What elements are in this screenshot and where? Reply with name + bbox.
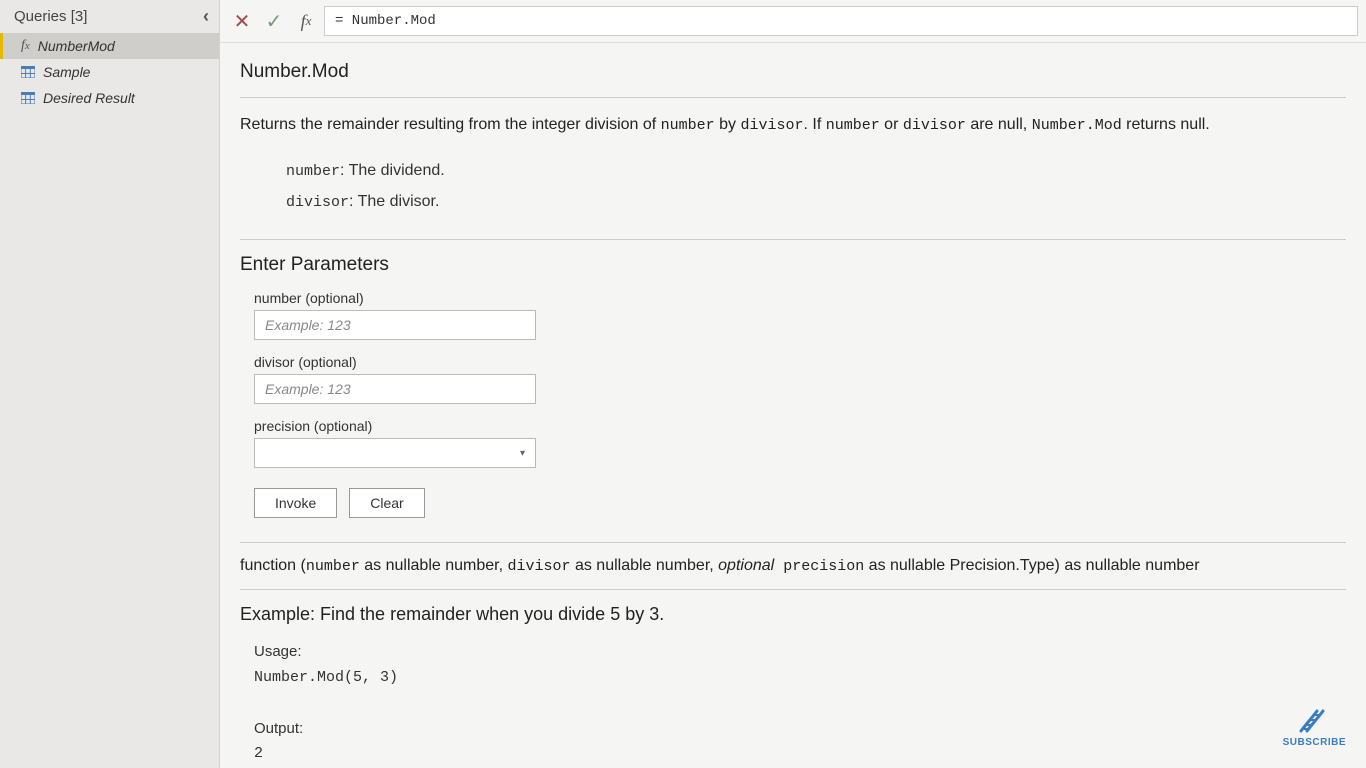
output-value: 2 (254, 741, 1346, 767)
chevron-down-icon: ▾ (520, 448, 525, 459)
divider (240, 589, 1346, 590)
query-label: NumberMod (38, 38, 115, 54)
example-section: Example: Find the remainder when you div… (240, 604, 1346, 767)
dna-icon (1297, 707, 1331, 735)
param-label: precision (optional) (254, 418, 1346, 434)
button-row: Invoke Clear (254, 488, 1346, 518)
confirm-icon[interactable]: ✓ (260, 7, 288, 35)
formula-input[interactable] (324, 6, 1358, 36)
param-label: number (optional) (254, 290, 1346, 306)
desc-code: number (661, 117, 715, 134)
param-desc-row: divisor: The divisor. (286, 187, 1346, 218)
function-description: Returns the remainder resulting from the… (240, 112, 1346, 138)
query-item-desired-result[interactable]: Desired Result (0, 85, 219, 111)
sig-code: divisor (507, 558, 570, 575)
function-signature: function (number as nullable number, div… (240, 557, 1346, 575)
query-item-numbermod[interactable]: fx NumberMod (0, 33, 219, 59)
precision-select[interactable]: ▾ (254, 438, 536, 468)
param-name: number (286, 163, 340, 180)
enter-parameters-title: Enter Parameters (240, 254, 1346, 276)
param-name: divisor (286, 194, 349, 211)
sig-code: precision (774, 558, 864, 575)
queries-sidebar: Queries [3] ‹ fx NumberMod Sample Desire… (0, 0, 220, 768)
desc-text: by (715, 116, 741, 133)
sig-text: function ( (240, 557, 306, 574)
desc-code: number (826, 117, 880, 134)
param-block-number: number (optional) (254, 290, 1346, 340)
sig-text: as nullable number, (360, 557, 508, 574)
subscribe-label: SUBSCRIBE (1283, 737, 1346, 748)
desc-code: Number.Mod (1032, 117, 1122, 134)
divisor-input[interactable] (254, 374, 536, 404)
param-descriptions: number: The dividend. divisor: The divis… (240, 156, 1346, 217)
desc-text: . If (803, 116, 825, 133)
desc-text: returns null. (1122, 116, 1210, 133)
function-title: Number.Mod (240, 61, 1346, 83)
param-text: : The divisor. (349, 193, 439, 210)
sig-optional: optional (718, 557, 774, 574)
divider (240, 542, 1346, 543)
divider (240, 97, 1346, 98)
output-label: Output: (254, 716, 1346, 742)
example-body: Usage: Number.Mod(5, 3) Output: 2 (240, 639, 1346, 767)
desc-text: or (880, 116, 903, 133)
divider (240, 239, 1346, 240)
fx-icon: fx (21, 38, 30, 54)
formula-bar: ✕ ✓ fx (220, 0, 1366, 43)
usage-code: Number.Mod(5, 3) (254, 665, 1346, 691)
sig-text: as nullable Precision.Type) as nullable … (864, 557, 1199, 574)
sig-code: number (306, 558, 360, 575)
collapse-sidebar-icon[interactable]: ‹ (203, 6, 209, 27)
desc-code: divisor (740, 117, 803, 134)
sig-text: as nullable number, (571, 557, 719, 574)
sidebar-header: Queries [3] ‹ (0, 0, 219, 33)
example-title: Example: Find the remainder when you div… (240, 604, 1346, 625)
usage-label: Usage: (254, 639, 1346, 665)
number-input[interactable] (254, 310, 536, 340)
param-desc-row: number: The dividend. (286, 156, 1346, 187)
content-area: Number.Mod Returns the remainder resulti… (220, 43, 1366, 768)
sidebar-title: Queries [3] (14, 8, 87, 25)
param-block-precision: precision (optional) ▾ (254, 418, 1346, 468)
cancel-icon[interactable]: ✕ (228, 7, 256, 35)
query-label: Sample (43, 64, 90, 80)
query-label: Desired Result (43, 90, 135, 106)
desc-code: divisor (903, 117, 966, 134)
invoke-button[interactable]: Invoke (254, 488, 337, 518)
param-label: divisor (optional) (254, 354, 1346, 370)
desc-text: are null, (966, 116, 1032, 133)
desc-text: Returns the remainder resulting from the… (240, 116, 661, 133)
param-block-divisor: divisor (optional) (254, 354, 1346, 404)
main-panel: ✕ ✓ fx Number.Mod Returns the remainder … (220, 0, 1366, 768)
clear-button[interactable]: Clear (349, 488, 424, 518)
param-text: : The dividend. (340, 162, 445, 179)
table-icon (21, 92, 35, 104)
subscribe-badge[interactable]: SUBSCRIBE (1283, 707, 1346, 748)
fx-icon[interactable]: fx (292, 7, 320, 35)
table-icon (21, 66, 35, 78)
query-item-sample[interactable]: Sample (0, 59, 219, 85)
